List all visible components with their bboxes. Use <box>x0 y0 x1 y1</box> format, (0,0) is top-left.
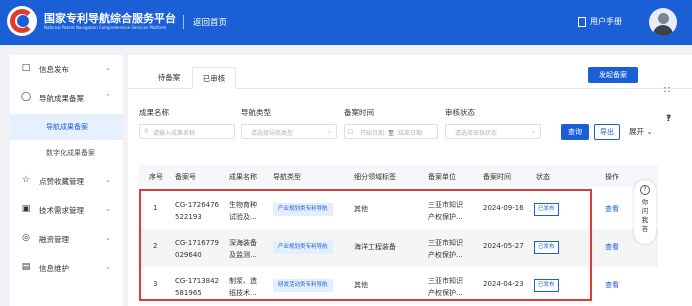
nav-type-label: 导航类型 <box>241 108 271 117</box>
star-icon: ☆ <box>21 175 31 185</box>
shield-icon: ◯ <box>21 92 32 102</box>
sidebar-item-tech-demand[interactable]: ▣ 技术需求管理 ⌄ <box>10 196 123 224</box>
translate-icon[interactable]: ‽ <box>666 114 671 124</box>
sidebar-item-like-favorite[interactable]: ☆ 点赞收藏管理 ⌄ <box>10 167 123 195</box>
sidebar-item-label: 导航成果备案 <box>39 94 84 103</box>
end-date-placeholder: 结束日期 <box>398 130 423 137</box>
back-home-link[interactable]: 返回首页 <box>193 16 227 28</box>
sidebar-item-info-maintain[interactable]: ▤ 信息维护 ⌄ <box>10 254 123 282</box>
view-link[interactable]: 查看 <box>605 242 619 252</box>
chevron-down-icon: ⌄ <box>105 234 111 242</box>
sidebar: □ 信息发布 ⌄ ◯ 导航成果备案 ⌃ 导航成果备案 数字化成果备案 ☆ 点赞收… <box>10 55 123 306</box>
help-widget[interactable]: ? 你问我答 <box>634 180 656 244</box>
nav-type-select[interactable]: 请选择导航类型 ⌄ <box>241 124 337 139</box>
top-header: 国家专利导航综合服务平台 National Patent Navigation … <box>0 0 692 45</box>
chevron-down-icon: ⌄ <box>105 263 111 271</box>
platform-logo <box>7 6 37 36</box>
header-divider <box>183 15 184 29</box>
result-name-input[interactable]: ⚲ 请输入成果名称 <box>139 124 235 139</box>
chevron-up-icon: ⌃ <box>105 93 111 101</box>
table-header: 序号 备案号 成果名称 导航类型 细分领域标签 备案单位 备案时间 状态 操作 <box>138 165 658 187</box>
sidebar-subitem-label: 导航成果备案 <box>46 123 88 131</box>
sidebar-item-label: 技术需求管理 <box>39 206 84 215</box>
calendar-icon: □ <box>348 128 354 135</box>
column-header: 成果名称 <box>229 173 257 181</box>
document-icon: ▤ <box>21 262 31 272</box>
sidebar-item-nav-result-filing[interactable]: ◯ 导航成果备案 ⌃ <box>10 84 123 112</box>
export-button[interactable]: 导出 <box>594 124 620 140</box>
expand-filters-toggle[interactable]: 展开 ⌄ <box>629 126 653 137</box>
sidebar-item-label: 融资管理 <box>39 235 69 244</box>
result-name-placeholder: 请输入成果名称 <box>153 130 196 137</box>
chevron-down-icon: ⌄ <box>105 176 111 184</box>
search-icon: ⚲ <box>144 128 149 135</box>
sidebar-subitem-nav-result-filing[interactable]: 导航成果备案 <box>10 114 123 140</box>
monitor-icon: ▣ <box>21 204 31 214</box>
sidebar-item-label: 点赞收藏管理 <box>39 177 84 186</box>
filing-time-label: 备案时间 <box>344 108 374 117</box>
column-header: 操作 <box>605 173 619 181</box>
chevron-down-icon: ⌄ <box>327 128 333 135</box>
manual-icon[interactable] <box>578 17 586 27</box>
audit-status-placeholder: 请选择审核状态 <box>455 130 498 137</box>
question-icon: ? <box>640 185 650 195</box>
grid-dots-icon[interactable]: ∷ <box>664 85 670 96</box>
expand-label: 展开 <box>629 127 644 136</box>
sidebar-item-info-publish[interactable]: □ 信息发布 ⌄ <box>10 55 123 83</box>
result-name-label: 成果名称 <box>139 108 169 117</box>
chevron-down-icon: ⌄ <box>105 64 111 72</box>
chevron-down-icon: ⌄ <box>531 128 537 135</box>
column-header: 备案号 <box>175 173 196 181</box>
highlight-box <box>139 189 592 301</box>
nav-type-placeholder: 请选择导航类型 <box>251 130 294 137</box>
column-header: 备案时间 <box>483 173 511 181</box>
user-avatar[interactable] <box>649 8 677 36</box>
view-link[interactable]: 查看 <box>605 204 619 214</box>
column-header: 备案单位 <box>428 173 456 181</box>
user-manual-link[interactable]: 用户手册 <box>590 16 622 27</box>
platform-subtitle: National Patent Navigation Comprehensive… <box>44 25 167 30</box>
filing-time-range-picker[interactable]: □ 开始日期 至 结束日期 <box>344 124 438 139</box>
chevron-down-icon: ⌄ <box>646 127 653 136</box>
platform-title: 国家专利导航综合服务平台 <box>44 12 176 25</box>
chevron-down-icon: ⌄ <box>105 205 111 213</box>
audit-status-select[interactable]: 请选择审核状态 ⌄ <box>445 124 541 139</box>
help-label: 你问我答 <box>641 198 649 233</box>
launch-filing-button[interactable]: 发起备案 <box>588 67 638 83</box>
start-date-placeholder: 开始日期 <box>360 130 385 137</box>
tab-reviewed[interactable]: 已审核 <box>192 67 236 89</box>
sidebar-item-label: 信息发布 <box>39 65 69 74</box>
sidebar-subitem-digital-result-filing[interactable]: 数字化成果备案 <box>10 140 123 166</box>
date-range-separator: 至 <box>388 130 395 137</box>
column-header: 细分领域标签 <box>354 173 396 181</box>
message-icon: □ <box>21 63 31 73</box>
sidebar-item-financing[interactable]: ◎ 融资管理 ⌄ <box>10 225 123 253</box>
target-icon: ◎ <box>22 233 30 243</box>
column-header: 状态 <box>536 173 550 181</box>
column-header: 导航类型 <box>273 173 301 181</box>
query-button[interactable]: 查询 <box>561 124 589 140</box>
tab-pending[interactable]: 待备案 <box>146 67 192 89</box>
column-header: 序号 <box>149 173 163 181</box>
sidebar-item-label: 信息维护 <box>39 264 69 273</box>
audit-status-label: 审核状态 <box>445 108 475 117</box>
view-link[interactable]: 查看 <box>605 280 619 290</box>
sidebar-subitem-label: 数字化成果备案 <box>46 149 95 157</box>
